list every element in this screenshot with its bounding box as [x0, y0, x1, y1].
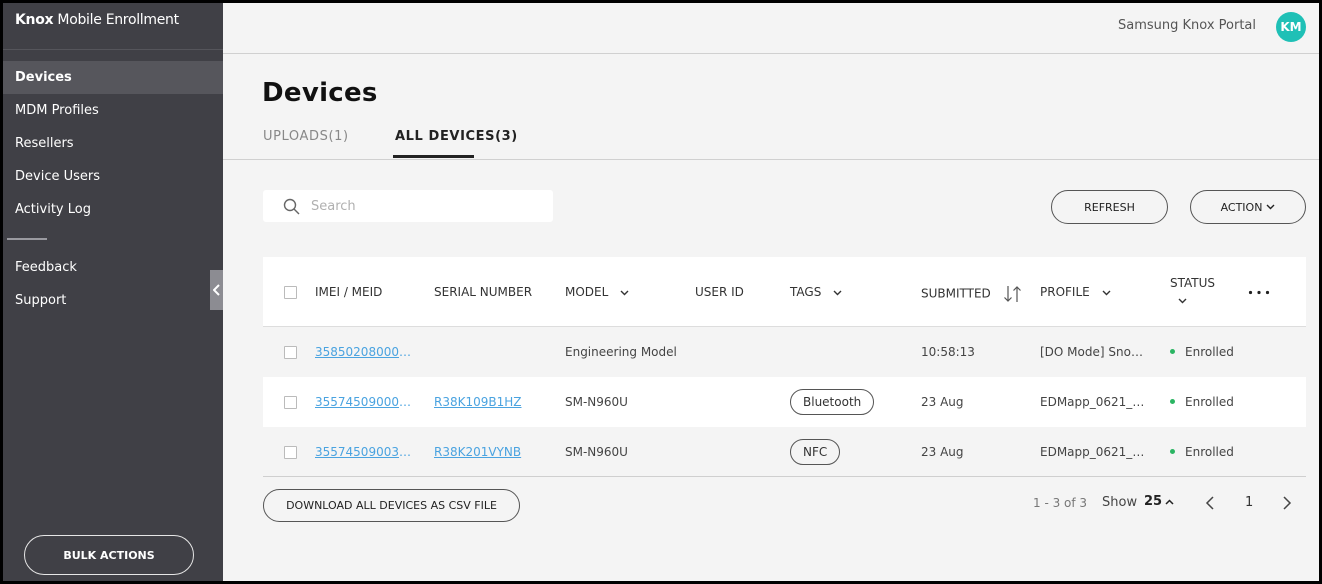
bulk-actions-button[interactable]: BULK ACTIONS — [24, 535, 194, 575]
status-dot-icon — [1170, 349, 1175, 354]
chevron-left-icon — [212, 284, 220, 296]
table-row[interactable]: 3585020800004… Engineering Model 10:58:1… — [263, 327, 1306, 377]
submitted-cell: 23 Aug — [921, 395, 964, 409]
chevron-down-icon — [1266, 204, 1275, 210]
col-profile[interactable]: PROFILE — [1040, 285, 1111, 299]
imei-link[interactable]: 3585020800004… — [315, 345, 415, 359]
search-box — [263, 190, 553, 222]
model-cell: SM-N960U — [565, 395, 628, 409]
top-bar: Samsung Knox Portal KM — [223, 0, 1322, 54]
col-status[interactable]: STATUS — [1170, 276, 1215, 290]
sidebar-item-devices[interactable]: Devices — [0, 61, 223, 94]
sidebar-item-activity-log[interactable]: Activity Log — [0, 193, 223, 226]
status-badge: Enrolled — [1170, 345, 1234, 359]
profile-cell: EDMapp_0621_KL… — [1040, 395, 1150, 409]
sort-icon — [1003, 286, 1021, 302]
sidebar-item-device-users[interactable]: Device Users — [0, 160, 223, 193]
row-checkbox[interactable] — [284, 346, 297, 359]
sidebar-item-mdm-profiles[interactable]: MDM Profiles — [0, 94, 223, 127]
chevron-down-icon — [833, 290, 842, 295]
next-page-icon[interactable] — [1282, 496, 1292, 510]
col-imei: IMEI / MEID — [315, 285, 383, 299]
sidebar-item-feedback[interactable]: Feedback — [0, 251, 223, 284]
table-row[interactable]: 3557450900303… R38K201VYNB SM-N960U NFC … — [263, 427, 1306, 477]
page-size-label: Show — [1102, 495, 1138, 510]
tab-uploads[interactable]: UPLOADS(1) — [263, 129, 349, 144]
status-dot-icon — [1170, 449, 1175, 454]
table-row[interactable]: 3557450900064… R38K109B1HZ SM-N960U Blue… — [263, 377, 1306, 427]
action-label: ACTION — [1220, 200, 1263, 214]
table-header: IMEI / MEID SERIAL NUMBER MODEL USER ID … — [263, 257, 1306, 327]
active-tab-indicator — [393, 155, 474, 158]
current-page-number[interactable]: 1 — [1245, 495, 1253, 510]
sidebar-collapse-toggle[interactable] — [210, 270, 223, 310]
status-badge: Enrolled — [1170, 395, 1234, 409]
col-user-id: USER ID — [695, 285, 744, 299]
pagination-range: 1 - 3 of 3 — [1033, 496, 1088, 510]
sidebar-item-resellers[interactable]: Resellers — [0, 127, 223, 160]
profile-cell: EDMapp_0621_KL… — [1040, 445, 1150, 459]
samsung-knox-portal-link[interactable]: Samsung Knox Portal — [1118, 18, 1256, 33]
imei-link[interactable]: 3557450900064… — [315, 395, 415, 409]
devices-table: IMEI / MEID SERIAL NUMBER MODEL USER ID … — [263, 257, 1306, 477]
submitted-cell: 10:58:13 — [921, 345, 975, 359]
page-size-value: 25 — [1144, 494, 1163, 509]
download-csv-button[interactable]: DOWNLOAD ALL DEVICES AS CSV FILE — [263, 489, 520, 522]
imei-link[interactable]: 3557450900303… — [315, 445, 415, 459]
app-brand: Knox Mobile Enrollment — [15, 12, 179, 28]
action-button[interactable]: ACTION — [1190, 190, 1306, 224]
model-cell: Engineering Model — [565, 345, 677, 359]
col-tags[interactable]: TAGS — [790, 285, 842, 299]
select-all-checkbox[interactable] — [284, 286, 297, 299]
chevron-down-icon — [620, 290, 629, 295]
tag-chip[interactable]: Bluetooth — [790, 389, 875, 415]
chevron-up-icon — [1165, 498, 1174, 505]
search-icon — [283, 198, 300, 215]
model-cell: SM-N960U — [565, 445, 628, 459]
row-checkbox[interactable] — [284, 396, 297, 409]
sidebar-item-support[interactable]: Support — [0, 284, 223, 317]
profile-cell: [DO Mode] Snow S… — [1040, 345, 1150, 359]
col-submitted[interactable]: SUBMITTED — [921, 285, 1023, 303]
chevron-down-icon — [1102, 290, 1111, 295]
search-input[interactable] — [311, 196, 541, 216]
previous-page-icon[interactable] — [1205, 496, 1215, 510]
serial-link[interactable]: R38K201VYNB — [434, 445, 521, 459]
page-title: Devices — [262, 78, 378, 108]
chevron-down-icon[interactable] — [1178, 298, 1187, 304]
col-model[interactable]: MODEL — [565, 285, 629, 299]
refresh-label: REFRESH — [1084, 200, 1135, 214]
page-size-select[interactable]: 25 — [1144, 494, 1174, 509]
tag-chip[interactable]: NFC — [790, 439, 841, 465]
refresh-button[interactable]: REFRESH — [1051, 190, 1168, 224]
row-checkbox[interactable] — [284, 446, 297, 459]
avatar[interactable]: KM — [1276, 12, 1306, 42]
tab-all-devices[interactable]: ALL DEVICES(3) — [395, 129, 518, 144]
sidebar: Knox Mobile Enrollment Devices MDM Profi… — [0, 0, 223, 584]
col-serial-number: SERIAL NUMBER — [434, 285, 533, 299]
sidebar-divider — [7, 238, 47, 240]
status-dot-icon — [1170, 399, 1175, 404]
submitted-cell: 23 Aug — [921, 445, 964, 459]
status-badge: Enrolled — [1170, 445, 1234, 459]
serial-link[interactable]: R38K109B1HZ — [434, 395, 522, 409]
more-options-icon[interactable] — [1248, 290, 1270, 295]
